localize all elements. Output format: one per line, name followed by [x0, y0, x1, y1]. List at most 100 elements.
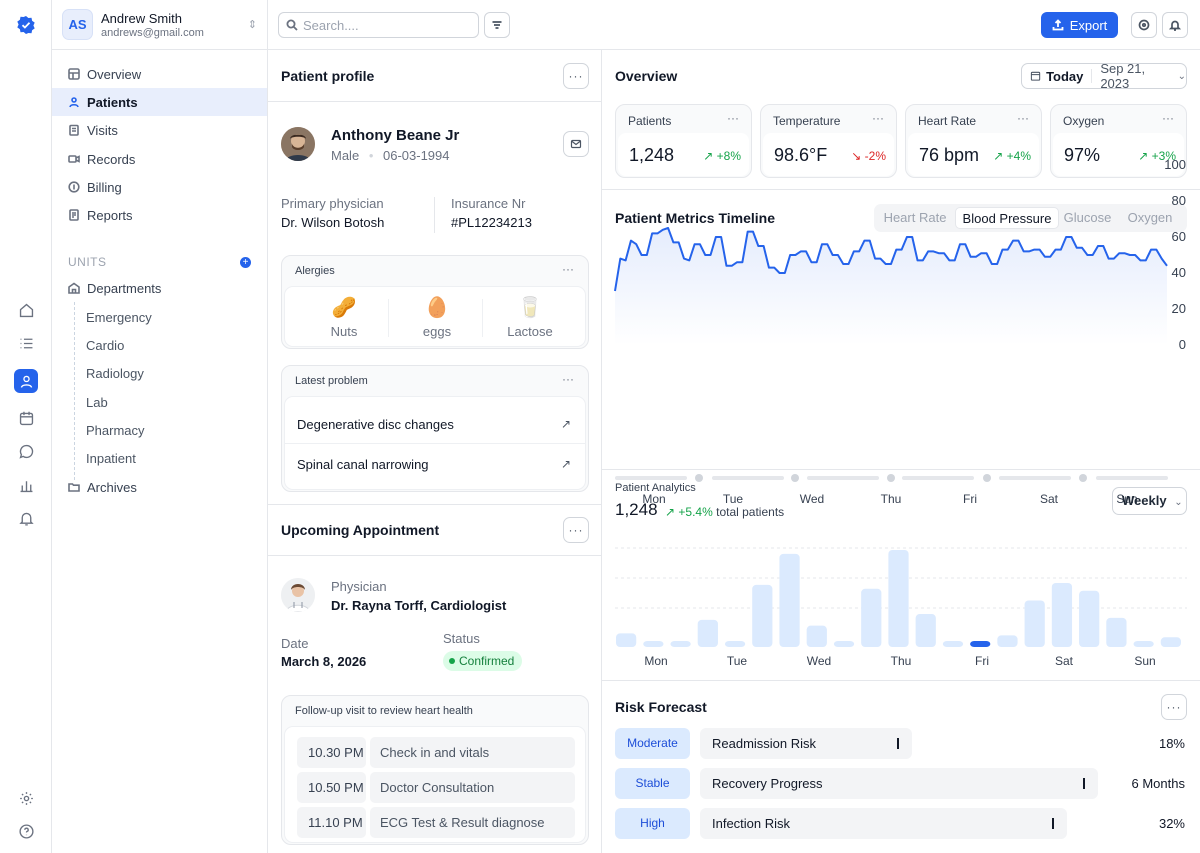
coin-icon [68, 181, 80, 193]
kpi-more-button[interactable]: ··· [1017, 111, 1029, 125]
nav-item-patients[interactable]: Patients [52, 88, 267, 116]
bar[interactable] [997, 635, 1018, 647]
nav-item-records[interactable]: Records [52, 145, 267, 173]
bar[interactable] [1160, 637, 1181, 647]
risk-tag: Stable [615, 768, 690, 799]
upload-icon [1052, 19, 1064, 31]
selected-date: Sep 21, 2023 [1100, 61, 1146, 91]
nav-item-visits[interactable]: Visits [52, 116, 267, 144]
bar[interactable] [643, 641, 664, 647]
problem-item[interactable]: Degenerative disc changes ↗ [285, 397, 585, 444]
scrubber-dot[interactable] [1079, 474, 1087, 482]
list-icon[interactable] [14, 331, 38, 355]
nav-subitem-radiology[interactable]: Radiology [86, 366, 144, 381]
home-icon[interactable] [14, 298, 38, 322]
export-button[interactable]: Export [1041, 12, 1118, 38]
risk-bar: Infection Risk [700, 808, 1067, 839]
filter-button[interactable] [484, 12, 510, 38]
nav-item-billing[interactable]: Billing [52, 173, 267, 201]
help-icon[interactable] [14, 819, 38, 843]
nav-item-reports[interactable]: Reports [52, 201, 267, 229]
primary-physician: Dr. Wilson Botosh [281, 215, 385, 230]
bar[interactable] [1051, 582, 1073, 647]
nav-label: Records [87, 151, 136, 167]
scrubber-dot[interactable] [983, 474, 991, 482]
bar[interactable] [724, 641, 746, 647]
status-label: Status [443, 631, 480, 646]
egg-icon: 🥚 [424, 297, 450, 319]
kpi-label: Patients [628, 114, 672, 128]
patient-name: Anthony Beane Jr [331, 127, 460, 144]
bar[interactable] [806, 625, 827, 647]
bar[interactable] [833, 641, 855, 647]
tab-oxygen[interactable]: Oxygen [1118, 207, 1182, 229]
problem-more-button[interactable]: ··· [562, 372, 574, 386]
search-input[interactable]: Search.... [278, 12, 479, 38]
app-root: AS Andrew Smith andrews@gmail.com ⇕ Over… [0, 0, 1200, 853]
divider [388, 299, 389, 337]
bar[interactable] [970, 641, 991, 647]
patients-icon[interactable] [14, 369, 38, 393]
bar[interactable] [915, 614, 936, 647]
date-picker[interactable]: Today Sep 21, 2023 ⌄ [1021, 61, 1187, 91]
profile-more-button[interactable]: ··· [563, 63, 589, 89]
bar[interactable] [861, 588, 882, 647]
scrubber-dot[interactable] [887, 474, 895, 482]
nav-item-departments[interactable]: Departments [52, 274, 267, 302]
bar[interactable] [670, 641, 691, 647]
period-select[interactable]: Weekly ⌄ [1112, 487, 1187, 515]
bar[interactable] [1079, 590, 1100, 647]
bar[interactable] [1133, 641, 1154, 647]
help-button[interactable] [1131, 12, 1157, 38]
bar[interactable] [1024, 600, 1045, 647]
notifications-button[interactable] [1162, 12, 1188, 38]
bar[interactable] [1106, 617, 1127, 647]
tab-blood-pressure[interactable]: Blood Pressure [955, 207, 1059, 229]
search-placeholder: Search.... [303, 17, 359, 33]
risk-marker [1083, 778, 1085, 789]
arrow-up-right-icon: ↗ [560, 417, 571, 431]
chat-icon[interactable] [14, 439, 38, 463]
bar-chart-icon[interactable] [14, 473, 38, 497]
user-switcher[interactable]: AS Andrew Smith andrews@gmail.com ⇕ [52, 0, 267, 50]
nav-subitem-pharmacy[interactable]: Pharmacy [86, 423, 145, 438]
gear-icon[interactable] [14, 786, 38, 810]
scrubber-dot[interactable] [695, 474, 703, 482]
allergies-more-button[interactable]: ··· [562, 262, 574, 276]
x-tick-label: Sat [1040, 492, 1059, 506]
appointment-more-button[interactable]: ··· [563, 517, 589, 543]
problem-item[interactable]: Spinal canal narrowing ↗ [285, 444, 585, 491]
bar[interactable] [888, 550, 909, 647]
kpi-label: Temperature [773, 114, 841, 128]
kpi-more-button[interactable]: ··· [1162, 111, 1174, 125]
nav-label: Billing [87, 179, 122, 195]
kpi-more-button[interactable]: ··· [727, 111, 739, 125]
bell-icon[interactable] [14, 506, 38, 530]
message-button[interactable] [563, 131, 589, 157]
metrics-line-chart: 100806040200Mon Tue Wed Thu Fri Sat Sun [614, 157, 1186, 506]
bar[interactable] [697, 619, 718, 647]
kpi-change: ↗ +4% [993, 149, 1031, 163]
kpi-more-button[interactable]: ··· [872, 111, 884, 125]
bar[interactable] [779, 553, 800, 647]
nav-item-overview[interactable]: Overview [52, 60, 267, 88]
nav-subitem-emergency[interactable]: Emergency [86, 310, 152, 325]
nav-subitem-inpatient[interactable]: Inpatient [86, 451, 136, 466]
bar[interactable] [616, 633, 637, 647]
risk-more-button[interactable]: ··· [1161, 694, 1187, 720]
tab-glucose[interactable]: Glucose [1059, 207, 1116, 229]
divider [602, 189, 1200, 190]
nav-subitem-cardio[interactable]: Cardio [86, 338, 124, 353]
nav-subitem-lab[interactable]: Lab [86, 395, 108, 410]
tab-heart-rate[interactable]: Heart Rate [877, 207, 953, 229]
bar[interactable] [752, 584, 773, 647]
divider [482, 299, 483, 337]
calendar-icon[interactable] [14, 406, 38, 430]
analytics-change: ↗ +5.4% total patients [665, 505, 784, 519]
scrubber-dot[interactable] [791, 474, 799, 482]
latest-problem-title: Latest problem [295, 375, 368, 387]
nav-item-archives[interactable]: Archives [52, 473, 267, 501]
bar[interactable] [942, 641, 964, 647]
add-unit-icon[interactable]: + [240, 257, 251, 268]
allergies-card: Alergies ··· 🥜 Nuts 🥚 eggs 🥛 Lactose [281, 255, 589, 349]
